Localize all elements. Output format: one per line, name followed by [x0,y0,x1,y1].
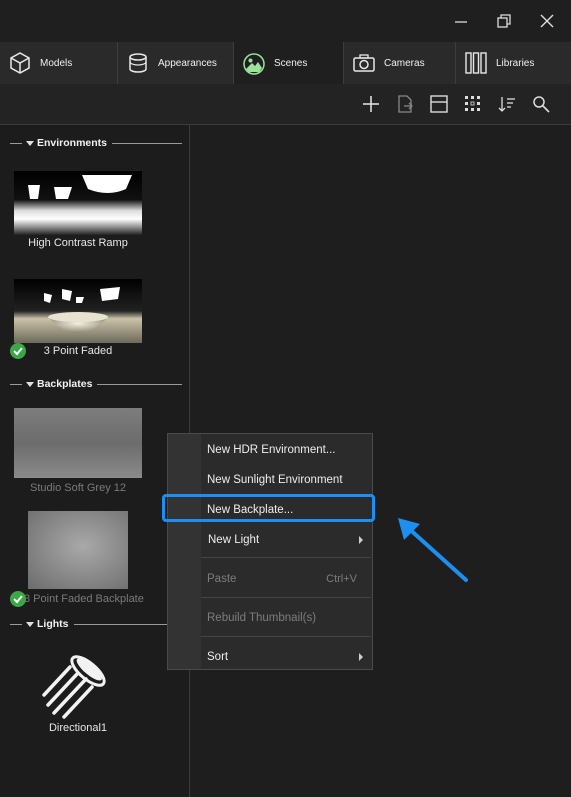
section-label: Lights [37,618,69,630]
backplate-thumbnail-3-point-faded[interactable] [28,511,128,589]
menu-item-new-hdr-environment[interactable]: New HDR Environment... [201,439,371,461]
divider [10,142,22,144]
tab-bar: Models Appearances Scenes Cameras Librar… [0,42,571,85]
close-icon[interactable] [534,8,560,34]
item-label: High Contrast Ramp [28,237,128,249]
tab-label: Models [40,57,73,69]
section-backplates[interactable]: Backplates [10,377,182,391]
restore-icon[interactable] [491,8,517,34]
menu-separator [201,636,371,637]
tab-models[interactable]: Models [0,42,118,84]
item-label: 3 Point Faded [43,345,113,357]
menu-item-label: Sort [207,651,229,663]
divider [10,623,22,625]
plus-icon[interactable] [360,93,382,115]
menu-item-label: New HDR Environment... [207,444,336,456]
backplate-thumbnail-studio-soft-grey[interactable] [14,408,142,478]
expand-triangle-icon [26,140,34,146]
item-label: Directional1 [48,722,108,734]
submenu-arrow-icon [359,653,363,661]
toolbar [0,84,571,125]
camera-icon [352,51,376,75]
menu-item-rebuild-thumbnails[interactable]: Rebuild Thumbnail(s) [201,607,371,629]
landscape-icon [242,52,266,76]
environment-thumbnail-3-point-faded[interactable] [14,279,142,343]
expand-triangle-icon [26,381,34,387]
menu-item-new-sunlight-environment[interactable]: New Sunlight Environment [201,469,371,491]
search-icon[interactable] [530,93,552,115]
divider [112,142,182,144]
menu-item-label: Paste [207,573,237,585]
cylinder-icon [126,51,150,75]
item-label: Studio Soft Grey 12 [30,482,126,494]
menu-item-paste[interactable]: Paste Ctrl+V [201,568,371,590]
expand-triangle-icon [26,621,34,627]
tab-label: Libraries [496,57,535,69]
highlight-box [162,494,375,522]
menu-item-label: New Light [208,534,260,546]
menu-item-label: Rebuild Thumbnail(s) [207,612,317,624]
submenu-arrow-icon [359,536,363,544]
section-label: Environments [37,137,108,149]
section-environments[interactable]: Environments [10,136,182,150]
menu-item-new-light[interactable]: New Light [202,529,371,551]
tab-libraries[interactable]: Libraries [456,42,571,84]
export-icon[interactable] [394,93,416,115]
tab-label: Cameras [384,57,425,69]
divider [10,383,22,385]
sort-icon[interactable] [496,93,518,115]
menu-separator [201,557,371,558]
tab-scenes[interactable]: Scenes [234,42,344,85]
directional-light-icon[interactable] [38,645,118,721]
tab-label: Appearances [158,57,217,69]
menu-item-sort[interactable]: Sort [201,646,371,668]
section-lights[interactable]: Lights [10,617,182,631]
tab-appearances[interactable]: Appearances [118,42,234,84]
environment-thumbnail-high-contrast-ramp[interactable] [14,171,142,235]
layout-icon[interactable] [428,93,450,115]
cube-icon [8,51,32,75]
minimize-icon[interactable] [448,8,474,34]
menu-icon-gutter [168,434,201,669]
title-bar [0,0,571,42]
tab-label: Scenes [274,58,308,69]
scenes-library-panel[interactable]: Environments High Contrast Ramp 3 Point … [0,125,190,797]
divider [97,383,182,385]
menu-item-shortcut: Ctrl+V [326,573,357,585]
tab-cameras[interactable]: Cameras [344,42,456,84]
menu-separator [201,597,371,598]
item-label: 3 Point Faded Backplate [24,593,144,605]
books-icon [464,51,488,75]
divider [73,623,182,625]
pointer-arrow-icon [398,518,468,582]
menu-item-label: New Sunlight Environment [207,474,343,486]
grid-view-icon[interactable] [462,93,484,115]
section-label: Backplates [37,378,93,390]
